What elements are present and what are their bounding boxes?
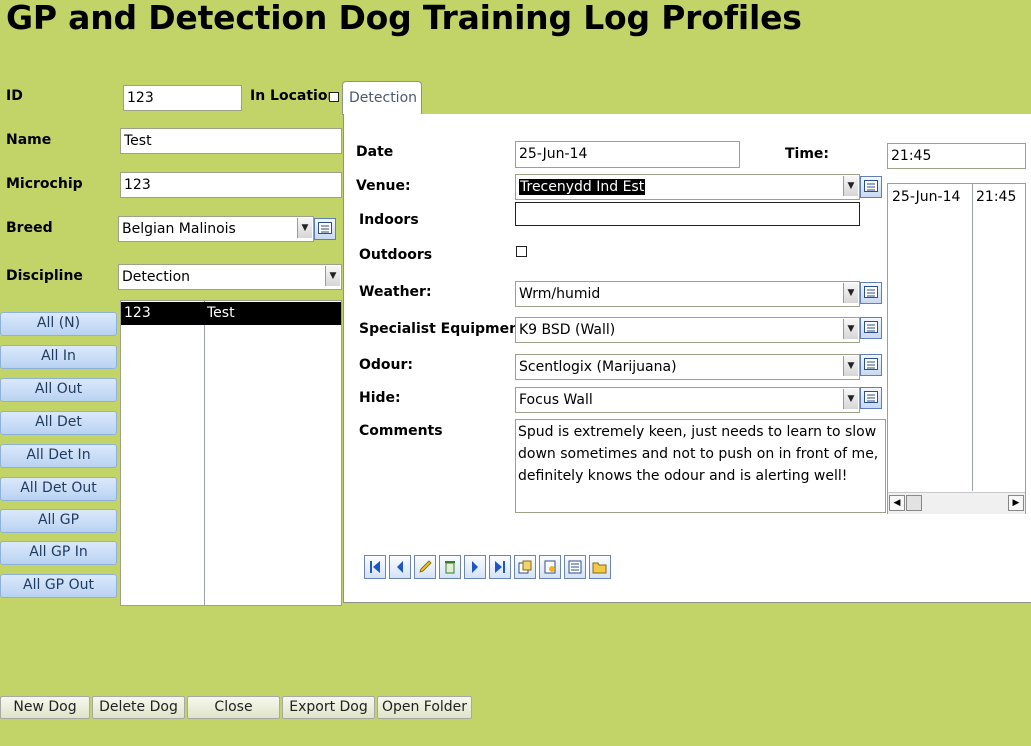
dog-list[interactable]: 123 Test (120, 300, 342, 606)
list-divider (204, 301, 205, 605)
hide-label: Hide: (359, 390, 401, 406)
time-label: Time: (785, 146, 830, 162)
edit-list-icon[interactable] (860, 354, 882, 376)
previous-record-icon[interactable] (389, 555, 411, 579)
last-record-icon[interactable] (489, 555, 511, 579)
first-record-icon[interactable] (364, 555, 386, 579)
venue-label: Venue: (356, 178, 411, 194)
hide-value: Focus Wall (519, 392, 593, 408)
scroll-left-icon[interactable]: ◀ (889, 495, 905, 511)
table-row[interactable]: 123 Test (121, 302, 341, 325)
odour-value: Scentlogix (Marijuana) (519, 359, 677, 375)
name-field[interactable]: Test (120, 128, 342, 154)
outdoors-label: Outdoors (359, 247, 433, 263)
close-button[interactable]: Close (187, 696, 280, 719)
chevron-down-icon[interactable]: ▼ (843, 283, 858, 303)
session-list[interactable]: 25-Jun-14 21:45 ◀ ▶ (887, 183, 1026, 514)
filter-all-det-in-button[interactable]: All Det In (0, 444, 117, 468)
edit-list-icon[interactable] (860, 176, 882, 198)
breed-label: Breed (6, 220, 53, 236)
open-folder-button[interactable]: Open Folder (377, 696, 472, 719)
hide-combo[interactable]: Focus Wall ▼ (515, 387, 860, 413)
record-toolbar (364, 555, 614, 579)
indoors-label: Indoors (359, 212, 419, 228)
filter-all-gp-in-button[interactable]: All GP In (0, 541, 117, 565)
filter-all-in-button[interactable]: All In (0, 345, 117, 369)
new-dog-button[interactable]: New Dog (0, 696, 90, 719)
microchip-field[interactable]: 123 (120, 172, 342, 198)
name-label: Name (6, 132, 52, 148)
venue-value: Trecenydd Ind Est (519, 179, 646, 195)
edit-list-icon[interactable] (314, 218, 336, 240)
odour-combo[interactable]: Scentlogix (Marijuana) ▼ (515, 354, 860, 380)
discipline-label: Discipline (6, 268, 83, 284)
report-icon[interactable] (539, 555, 561, 579)
comments-label: Comments (359, 423, 443, 439)
outdoors-checkbox[interactable] (516, 246, 527, 257)
chevron-down-icon[interactable]: ▼ (297, 218, 312, 238)
chevron-down-icon[interactable]: ▼ (325, 266, 340, 286)
odour-label: Odour: (359, 357, 414, 373)
filter-all-det-out-button[interactable]: All Det Out (0, 477, 117, 501)
next-record-icon[interactable] (464, 555, 486, 579)
open-folder-icon[interactable] (589, 555, 611, 579)
time-field[interactable]: 21:45 (887, 143, 1026, 169)
indoors-field[interactable] (515, 202, 860, 226)
in-location-label: In Location (250, 88, 338, 104)
chevron-down-icon[interactable]: ▼ (843, 176, 858, 196)
equipment-value: K9 BSD (Wall) (519, 322, 616, 338)
filter-all-gp-out-button[interactable]: All GP Out (0, 574, 117, 598)
breed-value: Belgian Malinois (122, 221, 236, 237)
chevron-down-icon[interactable]: ▼ (843, 389, 858, 409)
chevron-down-icon[interactable]: ▼ (843, 319, 858, 339)
edit-record-icon[interactable] (414, 555, 436, 579)
edit-list-icon[interactable] (860, 387, 882, 409)
weather-value: Wrm/humid (519, 286, 601, 302)
dog-row-id: 123 (124, 305, 151, 321)
list-icon[interactable] (564, 555, 586, 579)
date-field[interactable]: 25-Jun-14 (515, 141, 740, 168)
edit-list-icon[interactable] (860, 317, 882, 339)
date-label: Date (356, 144, 394, 160)
in-location-checkbox[interactable] (329, 92, 339, 102)
session-row-date: 25-Jun-14 (892, 189, 961, 205)
page-title: GP and Detection Dog Training Log Profil… (6, 0, 802, 37)
discipline-value: Detection (122, 269, 191, 285)
session-row-time: 21:45 (976, 189, 1017, 205)
equipment-combo[interactable]: K9 BSD (Wall) ▼ (515, 317, 860, 343)
weather-combo[interactable]: Wrm/humid ▼ (515, 281, 860, 307)
chevron-down-icon[interactable]: ▼ (843, 356, 858, 376)
breed-combo[interactable]: Belgian Malinois ▼ (118, 216, 314, 242)
venue-combo[interactable]: Trecenydd Ind Est ▼ (515, 174, 860, 200)
filter-all-gp-button[interactable]: All GP (0, 509, 117, 533)
table-row[interactable]: 25-Jun-14 21:45 (888, 185, 1025, 209)
horizontal-scrollbar[interactable]: ◀ ▶ (888, 492, 1025, 514)
comments-field[interactable]: Spud is extremely keen, just needs to le… (515, 419, 886, 513)
list-divider (972, 184, 973, 491)
id-label: ID (6, 88, 23, 104)
filter-all-n-button[interactable]: All (N) (0, 312, 117, 336)
dog-row-name: Test (207, 305, 235, 321)
id-field[interactable]: 123 (123, 85, 242, 111)
filter-all-det-button[interactable]: All Det (0, 411, 117, 435)
new-record-icon[interactable] (514, 555, 536, 579)
equipment-label: Specialist Equipment: (359, 321, 532, 337)
scroll-thumb[interactable] (906, 495, 922, 511)
filter-all-out-button[interactable]: All Out (0, 378, 117, 402)
delete-record-icon[interactable] (439, 555, 461, 579)
weather-label: Weather: (359, 284, 432, 300)
microchip-label: Microchip (6, 176, 83, 192)
tab-detection[interactable]: Detection (342, 81, 422, 115)
export-dog-button[interactable]: Export Dog (282, 696, 375, 719)
scroll-right-icon[interactable]: ▶ (1008, 495, 1024, 511)
delete-dog-button[interactable]: Delete Dog (92, 696, 185, 719)
discipline-combo[interactable]: Detection ▼ (118, 264, 342, 290)
edit-list-icon[interactable] (860, 282, 882, 304)
